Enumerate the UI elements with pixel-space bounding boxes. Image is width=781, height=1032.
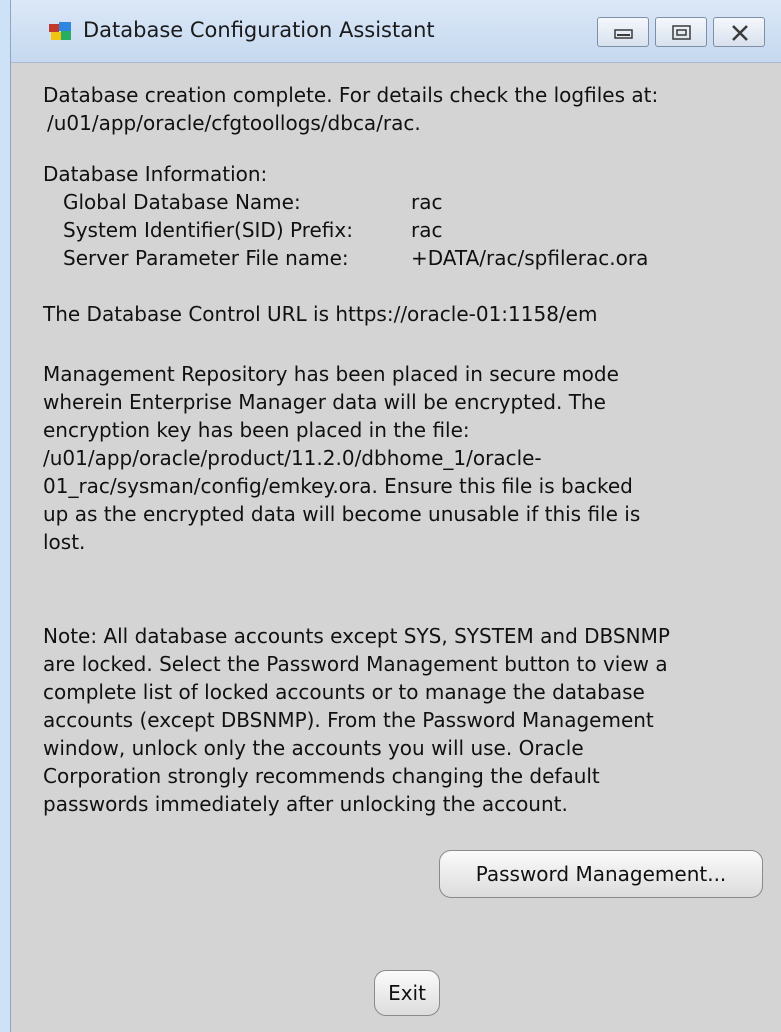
password-management-button[interactable]: Password Management... bbox=[439, 850, 763, 898]
minimize-icon bbox=[614, 29, 633, 39]
repository-note: Management Repository has been placed in… bbox=[43, 360, 640, 556]
close-button[interactable] bbox=[713, 17, 765, 47]
logfile-path: /u01/app/oracle/cfgtoollogs/dbca/rac. bbox=[47, 111, 421, 135]
sid-prefix-value: rac bbox=[411, 218, 443, 242]
global-db-name-label: Global Database Name: bbox=[63, 190, 301, 214]
dbca-window: Database Configuration Assistant Databas… bbox=[10, 0, 781, 1032]
accounts-note: Note: All database accounts except SYS, … bbox=[43, 622, 670, 818]
summary-line: Database creation complete. For details … bbox=[43, 83, 659, 107]
title-bar[interactable]: Database Configuration Assistant bbox=[11, 0, 781, 63]
note-line: wherein Enterprise Manager data will be … bbox=[43, 390, 606, 414]
creation-summary: Database creation complete. For details … bbox=[43, 81, 658, 137]
note-line: accounts (except DBSNMP). From the Passw… bbox=[43, 708, 654, 732]
note-line: lost. bbox=[43, 530, 86, 554]
note-line: encryption key has been placed in the fi… bbox=[43, 418, 470, 442]
note-line: /u01/app/oracle/product/11.2.0/dbhome_1/… bbox=[43, 446, 542, 470]
oracle-dbca-icon bbox=[49, 22, 71, 40]
note-line: Management Repository has been placed in… bbox=[43, 362, 619, 386]
db-info-heading: Database Information: bbox=[43, 162, 268, 186]
spfile-label: Server Parameter File name: bbox=[63, 246, 349, 270]
exit-button[interactable]: Exit bbox=[374, 970, 440, 1016]
maximize-button[interactable] bbox=[655, 17, 707, 47]
sid-prefix-label: System Identifier(SID) Prefix: bbox=[63, 218, 353, 242]
note-line: Note: All database accounts except SYS, … bbox=[43, 624, 670, 648]
window-title: Database Configuration Assistant bbox=[83, 18, 435, 42]
note-line: are locked. Select the Password Manageme… bbox=[43, 652, 668, 676]
control-url-text: The Database Control URL is https://orac… bbox=[43, 302, 598, 326]
note-line: 01_rac/sysman/config/emkey.ora. Ensure t… bbox=[43, 474, 633, 498]
note-line: passwords immediately after unlocking th… bbox=[43, 792, 568, 816]
note-line: complete list of locked accounts or to m… bbox=[43, 680, 645, 704]
note-line: window, unlock only the accounts you wil… bbox=[43, 736, 584, 760]
note-line: up as the encrypted data will become unu… bbox=[43, 502, 641, 526]
close-icon bbox=[732, 25, 748, 41]
minimize-button[interactable] bbox=[597, 17, 649, 47]
database-information: Database Information: bbox=[43, 160, 267, 188]
maximize-icon bbox=[672, 25, 691, 40]
global-db-name-value: rac bbox=[411, 190, 443, 214]
spfile-value: +DATA/rac/spfilerac.ora bbox=[411, 246, 649, 270]
note-line: Corporation strongly recommends changing… bbox=[43, 764, 600, 788]
dialog-content: Database creation complete. For details … bbox=[11, 62, 781, 1032]
